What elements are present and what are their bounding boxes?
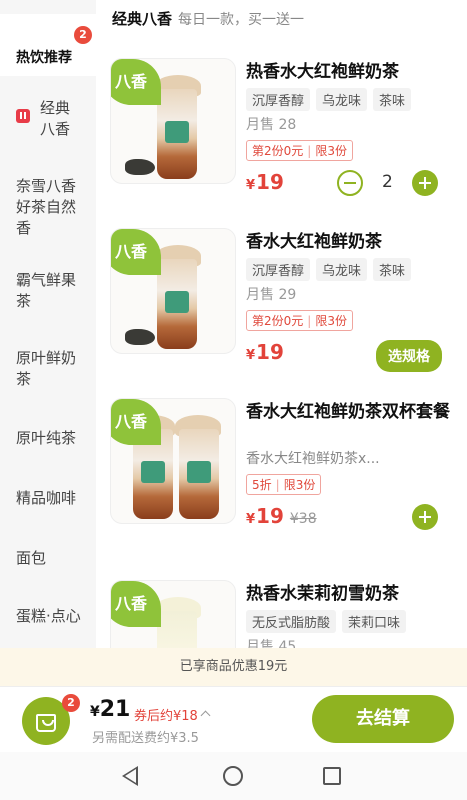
section-subtitle: 每日一款，买一送一 xyxy=(178,12,305,28)
promo-badge: 第2份0元 | 限3份 xyxy=(246,140,353,161)
tea-leaves-graphic xyxy=(125,159,155,175)
system-nav-bar xyxy=(0,752,467,800)
cup-graphic xyxy=(179,429,219,519)
product-name[interactable]: 香水大红袍鲜奶茶 xyxy=(246,230,452,254)
product-image[interactable]: 八香 xyxy=(110,58,236,184)
product-image[interactable]: 八香 xyxy=(110,228,236,354)
decrease-quantity-button[interactable] xyxy=(337,170,363,196)
product-tags: 无反式脂肪酸 茉莉口味 xyxy=(246,610,407,633)
product-price: ¥19 xyxy=(246,340,284,364)
product-name[interactable]: 香水大红袍鲜奶茶双杯套餐 xyxy=(246,400,452,424)
sidebar-item-label: 奈雪八香好茶自然香 xyxy=(16,177,77,237)
brand-leaf-badge: 八香 xyxy=(111,399,161,445)
sidebar-item-label: 原叶纯茶 xyxy=(16,429,77,447)
product-tag: 茉莉口味 xyxy=(342,610,407,633)
sidebar-count-badge: 2 xyxy=(74,26,92,44)
monthly-sales: 月售 29 xyxy=(246,287,297,303)
chevron-up-icon xyxy=(200,710,211,721)
select-spec-button[interactable]: 选规格 xyxy=(376,340,442,372)
section-title: 经典八香 xyxy=(112,10,173,28)
brand-leaf-badge: 八香 xyxy=(111,581,161,627)
product-card[interactable]: 八香 香水大红袍鲜奶茶 沉厚香醇 乌龙味 茶味 月售 29 第2份0元 | 限3份 … xyxy=(110,228,458,372)
increase-quantity-button[interactable] xyxy=(412,170,438,196)
original-price: ¥38 xyxy=(289,511,317,527)
monthly-sales: 月售 28 xyxy=(246,117,297,133)
product-tag: 乌龙味 xyxy=(316,258,368,281)
discount-notice: 已享商品优惠19元 xyxy=(0,648,467,686)
product-price: ¥19 ¥38 xyxy=(246,504,317,528)
shopping-bag-icon xyxy=(36,714,56,732)
product-tag: 沉厚香醇 xyxy=(246,258,311,281)
sidebar-item-fruit-tea[interactable]: 霸气鲜果茶 xyxy=(0,270,96,312)
tea-leaves-graphic xyxy=(125,329,155,345)
sidebar-item-label: 经典八香 xyxy=(40,99,71,138)
cup-graphic xyxy=(157,89,197,179)
quantity-value: 2 xyxy=(382,172,393,192)
sidebar-item-label: 精品咖啡 xyxy=(16,489,77,507)
add-to-cart-button[interactable] xyxy=(412,504,438,530)
monthly-sales: 月售 45 xyxy=(246,639,297,648)
product-tags: 沉厚香醇 乌龙味 茶味 xyxy=(246,88,412,111)
product-card[interactable]: 八香 香水大红袍鲜奶茶双杯套餐 香水大红袍鲜奶茶x... 5折 | 限3份 ¥19 ¥… xyxy=(110,398,458,538)
product-name[interactable]: 热香水大红袍鲜奶茶 xyxy=(246,60,452,84)
sidebar-item-label: 热饮推荐 xyxy=(16,50,72,66)
sidebar-item-classic[interactable]: 经典八香 xyxy=(0,98,88,140)
product-image[interactable]: 八香 xyxy=(110,398,236,524)
sidebar-item-coffee[interactable]: 精品咖啡 xyxy=(0,488,96,509)
sidebar-item-bread[interactable]: 面包 xyxy=(0,548,96,569)
home-icon[interactable] xyxy=(223,766,243,786)
product-tags: 沉厚香醇 乌龙味 茶味 xyxy=(246,258,412,281)
cart-total: ¥21 xyxy=(90,697,131,722)
product-tag: 茶味 xyxy=(373,88,412,111)
product-name[interactable]: 热香水茉莉初雪奶茶 xyxy=(246,582,452,606)
coupon-price-toggle[interactable]: 券后约¥18 xyxy=(134,705,211,724)
sidebar-item-label: 原叶鲜奶茶 xyxy=(16,349,77,388)
app-screen: 热饮推荐 2 经典八香 奈雪八香好茶自然香 霸气鲜果茶 原叶鲜奶茶 原叶纯茶 精… xyxy=(0,0,467,800)
brand-leaf-badge: 八香 xyxy=(111,229,161,275)
back-icon[interactable] xyxy=(122,766,138,786)
section-header: 经典八香 每日一款，买一送一 xyxy=(112,8,304,29)
category-sidebar: 热饮推荐 2 经典八香 奈雪八香好茶自然香 霸气鲜果茶 原叶鲜奶茶 原叶纯茶 精… xyxy=(0,0,96,648)
cart-bar: 2 ¥21 券后约¥18 另需配送费约¥3.5 去结算 xyxy=(0,686,467,752)
product-card[interactable]: 八香 热香水茉莉初雪奶茶 无反式脂肪酸 茉莉口味 月售 45 xyxy=(110,580,458,648)
sidebar-item-label: 霸气鲜果茶 xyxy=(16,271,77,310)
product-tag: 乌龙味 xyxy=(316,88,368,111)
sidebar-item-hot-drinks[interactable]: 热饮推荐 xyxy=(0,14,96,76)
cup-graphic xyxy=(157,259,197,349)
sidebar-item-pure-tea[interactable]: 原叶纯茶 xyxy=(0,428,96,449)
promo-badge: 5折 | 限3份 xyxy=(246,474,322,495)
product-tag: 无反式脂肪酸 xyxy=(246,610,337,633)
promo-badge: 第2份0元 | 限3份 xyxy=(246,310,353,331)
product-price: ¥19 xyxy=(246,170,284,194)
product-tag: 茶味 xyxy=(373,258,412,281)
product-tag: 沉厚香醇 xyxy=(246,88,311,111)
sidebar-item-cake[interactable]: 蛋糕·点心 xyxy=(0,606,96,627)
cup-graphic xyxy=(157,611,197,648)
sidebar-item-label: 蛋糕·点心 xyxy=(16,607,81,625)
product-description: 香水大红袍鲜奶茶x... xyxy=(246,451,380,467)
delivery-fee: 另需配送费约¥3.5 xyxy=(92,731,199,746)
product-image[interactable]: 八香 xyxy=(110,580,236,648)
sidebar-item-nayuki-tea[interactable]: 奈雪八香好茶自然香 xyxy=(0,176,96,239)
sidebar-item-milk-tea[interactable]: 原叶鲜奶茶 xyxy=(0,348,96,390)
recent-apps-icon[interactable] xyxy=(323,767,341,785)
cart-count-badge: 2 xyxy=(62,694,80,712)
sidebar-item-label: 面包 xyxy=(16,549,47,567)
brand-leaf-badge: 八香 xyxy=(111,59,161,105)
checkout-button[interactable]: 去结算 xyxy=(312,695,454,743)
product-card[interactable]: 八香 热香水大红袍鲜奶茶 沉厚香醇 乌龙味 茶味 月售 28 第2份0元 | 限3份… xyxy=(110,58,458,198)
